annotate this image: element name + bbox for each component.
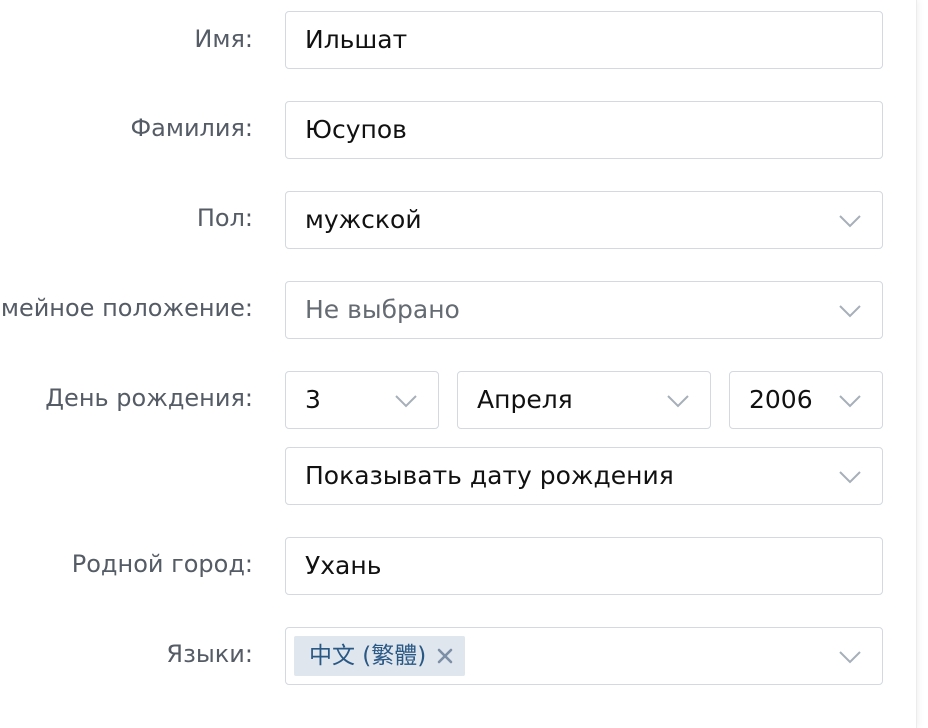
birthday-day-value: 3	[305, 385, 321, 414]
birthday-label: День рождения:	[45, 384, 253, 412]
hometown-input[interactable]: Ухань	[285, 537, 883, 595]
last-name-input[interactable]: Юсупов	[285, 101, 883, 159]
gender-value: мужской	[305, 205, 422, 234]
marital-status-label: Семейное положение:	[0, 294, 253, 322]
hometown-value: Ухань	[305, 551, 382, 580]
birthday-visibility-select[interactable]: Показывать дату рождения	[285, 447, 883, 505]
marital-status-value: Не выбрано	[305, 295, 460, 324]
chevron-down-icon	[394, 389, 418, 413]
chevron-down-icon	[838, 389, 862, 413]
gender-label: Пол:	[196, 204, 253, 232]
first-name-label: Имя:	[194, 25, 253, 53]
marital-status-select[interactable]: Не выбрано	[285, 281, 883, 339]
language-tag-label: 中文 (繁體)	[309, 643, 427, 669]
last-name-value: Юсупов	[305, 115, 407, 144]
birthday-year-value: 2006	[749, 385, 813, 414]
birthday-month-value: Апреля	[477, 385, 573, 414]
chevron-down-icon	[838, 645, 862, 669]
birthday-visibility-value: Показывать дату рождения	[305, 461, 674, 490]
language-tag: 中文 (繁體)	[294, 636, 466, 676]
birthday-month-select[interactable]: Апреля	[457, 371, 711, 429]
languages-select[interactable]: 中文 (繁體)	[285, 627, 883, 685]
last-name-label: Фамилия:	[130, 114, 253, 142]
first-name-value: Ильшат	[305, 25, 408, 54]
hometown-label: Родной город:	[71, 550, 253, 578]
chevron-down-icon	[666, 389, 690, 413]
close-icon[interactable]	[435, 646, 455, 666]
chevron-down-icon	[838, 209, 862, 233]
chevron-down-icon	[838, 465, 862, 489]
languages-label: Языки:	[166, 640, 253, 668]
profile-edit-form: Имя: Ильшат Фамилия: Юсупов Пол: мужской…	[0, 0, 917, 728]
birthday-day-select[interactable]: 3	[285, 371, 439, 429]
birthday-year-select[interactable]: 2006	[729, 371, 883, 429]
first-name-input[interactable]: Ильшат	[285, 11, 883, 69]
gender-select[interactable]: мужской	[285, 191, 883, 249]
chevron-down-icon	[838, 299, 862, 323]
